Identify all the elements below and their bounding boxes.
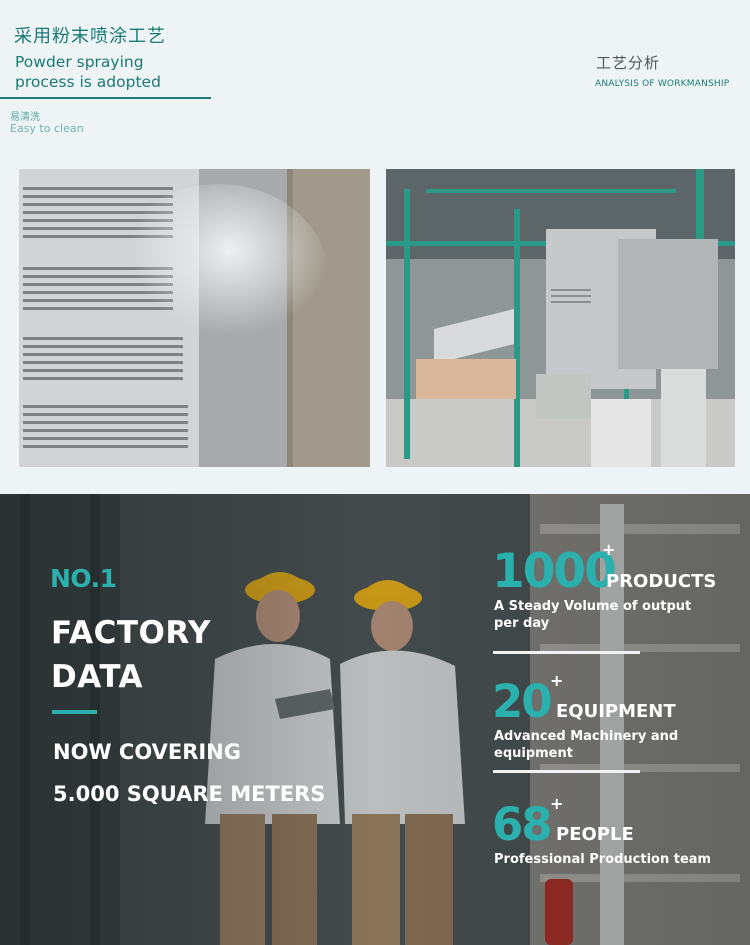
stat-description: Advanced Machinery and equipment	[494, 729, 679, 761]
heading-line-1: FACTORY	[51, 615, 211, 651]
title-underline	[0, 97, 211, 99]
covering-label: NOW COVERING	[53, 740, 241, 764]
workshop-illustration	[386, 169, 735, 467]
powder-spray-booth-photo	[19, 169, 370, 467]
stat-plus-sign: +	[550, 794, 564, 813]
stat-plus-sign: +	[602, 540, 616, 559]
rank-label: NO.1	[50, 564, 117, 593]
heading-line-2: DATA	[51, 659, 144, 695]
feature-en: Easy to clean	[10, 122, 84, 135]
process-title-en: Powder spraying process is adopted	[15, 53, 161, 91]
stat-label: PEOPLE	[556, 824, 634, 845]
stat-label: PRODUCTS	[606, 571, 717, 592]
process-title-cn: 采用粉末喷涂工艺	[14, 26, 166, 47]
stat-plus-sign: +	[550, 671, 564, 690]
factory-data-section: NO.1 FACTORY DATA NOW COVERING 5.000 SQU…	[0, 494, 750, 945]
stat-number: 68	[492, 798, 553, 851]
heading-accent-bar	[52, 710, 97, 714]
stat-divider	[493, 651, 640, 654]
process-section: 采用粉末喷涂工艺 Powder spraying process is adop…	[0, 0, 750, 494]
stat-label: EQUIPMENT	[556, 701, 676, 722]
powder-spraying-workshop-photo	[386, 169, 735, 467]
analysis-title-cn: 工艺分析	[596, 54, 661, 72]
powder-spray-booth-illustration	[19, 169, 370, 467]
analysis-title-en: ANALYSIS OF WORKMANSHIP	[595, 79, 730, 89]
stat-divider	[493, 770, 640, 773]
stat-description: A Steady Volume of output per day	[494, 599, 692, 631]
stat-description: Professional Production team	[494, 852, 712, 867]
stat-number: 20	[492, 675, 553, 728]
feature-cn: 易清洗	[10, 112, 40, 123]
factory-data-heading: FACTORY DATA	[51, 611, 211, 699]
stat-number: 1000	[492, 544, 617, 599]
factory-area: 5.000 SQUARE METERS	[53, 782, 326, 806]
